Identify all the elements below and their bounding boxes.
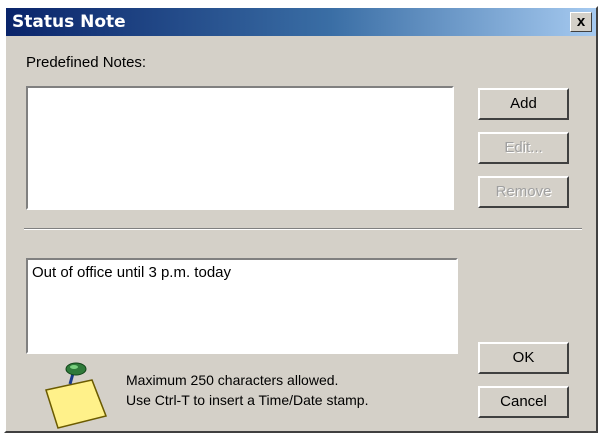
close-icon: x	[576, 13, 586, 30]
status-note-dialog: Status Note x Predefined Notes: Add Edit…	[4, 6, 598, 433]
ok-button[interactable]: OK	[478, 342, 569, 374]
title-bar[interactable]: Status Note x	[6, 8, 596, 36]
hint-ctrl-t: Use Ctrl-T to insert a Time/Date stamp.	[126, 392, 369, 408]
add-button[interactable]: Add	[478, 88, 569, 120]
note-text-field[interactable]: Out of office until 3 p.m. today	[26, 258, 458, 354]
cancel-button[interactable]: Cancel	[478, 386, 569, 418]
close-button[interactable]: x	[570, 12, 592, 32]
hint-max-characters: Maximum 250 characters allowed.	[126, 372, 339, 388]
edit-button[interactable]: Edit...	[478, 132, 569, 164]
dialog-title: Status Note	[12, 12, 126, 32]
predefined-notes-label: Predefined Notes:	[26, 54, 147, 71]
predefined-notes-list[interactable]	[26, 86, 454, 210]
note-text-value: Out of office until 3 p.m. today	[32, 264, 231, 281]
separator	[24, 228, 582, 230]
sticky-note-pin-icon	[45, 362, 108, 429]
remove-button[interactable]: Remove	[478, 176, 569, 208]
